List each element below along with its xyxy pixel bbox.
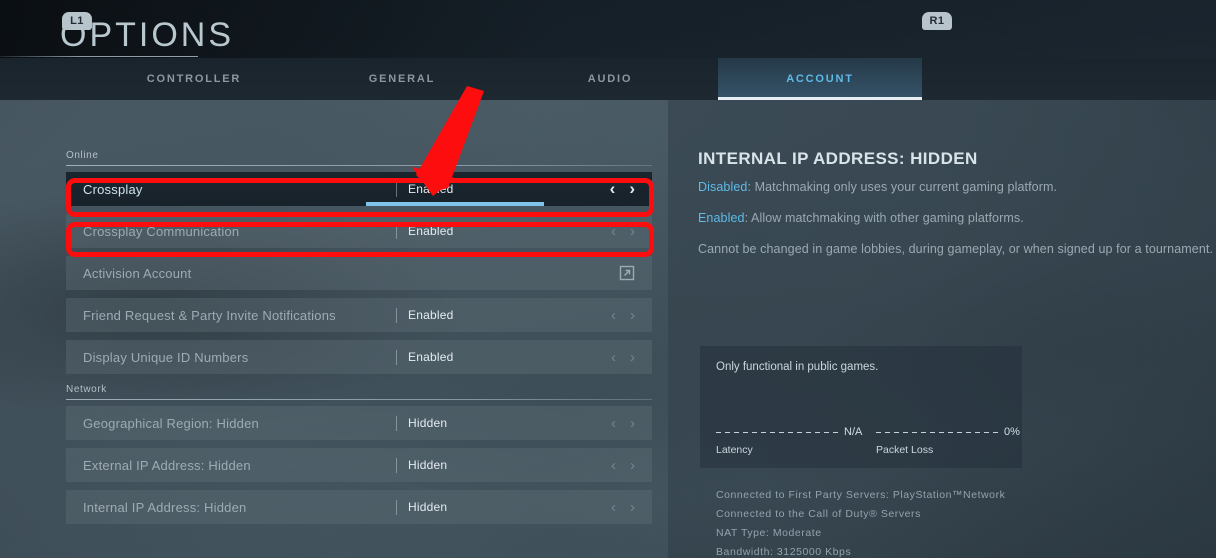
setting-label: Internal IP Address: Hidden [83,499,247,515]
setting-row-geographical-region[interactable]: Geographical Region: Hidden Hidden ‹ › [66,406,652,440]
meter-packet-loss-value: 0% [1004,426,1020,438]
r1-shoulder-button-icon[interactable]: R1 [922,12,952,30]
setting-row-activision-account[interactable]: Activision Account [66,256,652,290]
stepper-control[interactable]: ‹ › [611,349,652,366]
setting-value: Enabled [408,308,454,322]
stepper-control[interactable]: ‹ › [610,179,652,199]
keyword-disabled: Disabled [698,180,748,194]
selection-progress-bar [366,202,544,206]
section-heading-network: Network [66,384,107,395]
meter-packet-loss: 0% Packet Loss [876,426,1020,456]
meter-dash-line [716,431,838,433]
detail-text: : Allow matchmaking with other gaming pl… [744,211,1024,225]
setting-label: Friend Request & Party Invite Notificati… [83,307,336,323]
setting-label: Geographical Region: Hidden [83,415,259,431]
title-underline [0,56,198,57]
meter-latency-bar: N/A [716,426,862,438]
connection-status-list: Connected to First Party Servers: PlaySt… [716,486,1136,558]
setting-value: Enabled [408,224,454,238]
connection-status-line: NAT Type: Moderate [716,527,822,539]
settings-section-online: Online Crossplay Enabled ‹ › Crossplay C… [66,150,652,374]
setting-row-internal-ip-address[interactable]: Internal IP Address: Hidden Hidden ‹ › [66,490,652,524]
network-card-note: Only functional in public games. [716,361,879,373]
tab-account[interactable]: ACCOUNT [718,58,922,100]
setting-label: Crossplay [83,181,143,197]
detail-restriction-note: Cannot be changed in game lobbies, durin… [698,242,1214,256]
stepper-left-arrow-icon[interactable]: ‹ [611,307,616,324]
meter-packet-loss-label: Packet Loss [876,444,934,456]
stepper-control[interactable]: ‹ › [611,415,652,432]
l1-shoulder-button-icon[interactable]: L1 [62,12,92,30]
setting-label: Activision Account [83,265,192,281]
keyword-enabled: Enabled [698,211,745,225]
stepper-control[interactable]: ‹ › [611,307,652,324]
connection-status-line: Connected to First Party Servers: PlaySt… [716,489,1006,501]
setting-row-crossplay[interactable]: Crossplay Enabled ‹ › [66,172,652,206]
stepper-right-arrow-icon[interactable]: › [630,223,635,240]
detail-text: : Matchmaking only uses your current gam… [747,180,1058,194]
meter-latency: N/A Latency [716,426,862,456]
connection-status-line: Connected to the Call of Duty® Servers [716,508,921,520]
stepper-right-arrow-icon[interactable]: › [630,415,635,432]
stepper-control[interactable]: ‹ › [611,223,652,240]
settings-section-network: Network Geographical Region: Hidden Hidd… [66,384,652,524]
stepper-left-arrow-icon[interactable]: ‹ [611,349,616,366]
tab-active-indicator [718,97,922,100]
stepper-left-arrow-icon[interactable]: ‹ [611,457,616,474]
setting-value: Enabled [408,350,454,364]
stepper-left-arrow-icon[interactable]: ‹ [611,223,616,240]
setting-row-friend-request-notifications[interactable]: Friend Request & Party Invite Notificati… [66,298,652,332]
external-link-icon[interactable] [619,265,652,281]
meter-packet-loss-bar: 0% [876,426,1020,438]
tab-controller[interactable]: CONTROLLER [118,58,270,100]
stepper-right-arrow-icon[interactable]: › [629,179,635,199]
setting-value: Hidden [408,458,448,472]
stepper-right-arrow-icon[interactable]: › [630,349,635,366]
stepper-left-arrow-icon[interactable]: ‹ [610,179,616,199]
tab-audio[interactable]: AUDIO [534,58,686,100]
setting-value: Enabled [408,182,454,196]
setting-value: Hidden [408,500,448,514]
tab-general[interactable]: GENERAL [326,58,478,100]
section-divider [66,399,652,400]
meter-latency-value: N/A [844,426,863,438]
detail-description-enabled: Enabled: Allow matchmaking with other ga… [698,211,1216,225]
stepper-left-arrow-icon[interactable]: ‹ [611,499,616,516]
stepper-left-arrow-icon[interactable]: ‹ [611,415,616,432]
setting-row-crossplay-communication[interactable]: Crossplay Communication Enabled ‹ › [66,214,652,248]
connection-status-line: Bandwidth: 3125000 Kbps [716,546,852,558]
meter-dash-line [876,431,998,433]
stepper-right-arrow-icon[interactable]: › [630,307,635,324]
settings-list: Online Crossplay Enabled ‹ › Crossplay C… [66,150,652,532]
section-divider [66,165,652,166]
meter-latency-label: Latency [716,444,753,456]
stepper-control[interactable]: ‹ › [611,499,652,516]
network-stats-card: Only functional in public games. N/A Lat… [700,346,1022,468]
detail-panel-title: INTERNAL IP ADDRESS: HIDDEN [698,149,978,168]
setting-value: Hidden [408,416,448,430]
detail-description-disabled: Disabled: Matchmaking only uses your cur… [698,180,1216,194]
stepper-control[interactable]: ‹ › [611,457,652,474]
setting-label: External IP Address: Hidden [83,457,251,473]
setting-label: Display Unique ID Numbers [83,349,249,365]
section-heading-online: Online [66,150,99,161]
setting-row-external-ip-address[interactable]: External IP Address: Hidden Hidden ‹ › [66,448,652,482]
setting-label: Crossplay Communication [83,223,240,239]
stepper-right-arrow-icon[interactable]: › [630,457,635,474]
stepper-right-arrow-icon[interactable]: › [630,499,635,516]
setting-row-display-unique-id-numbers[interactable]: Display Unique ID Numbers Enabled ‹ › [66,340,652,374]
